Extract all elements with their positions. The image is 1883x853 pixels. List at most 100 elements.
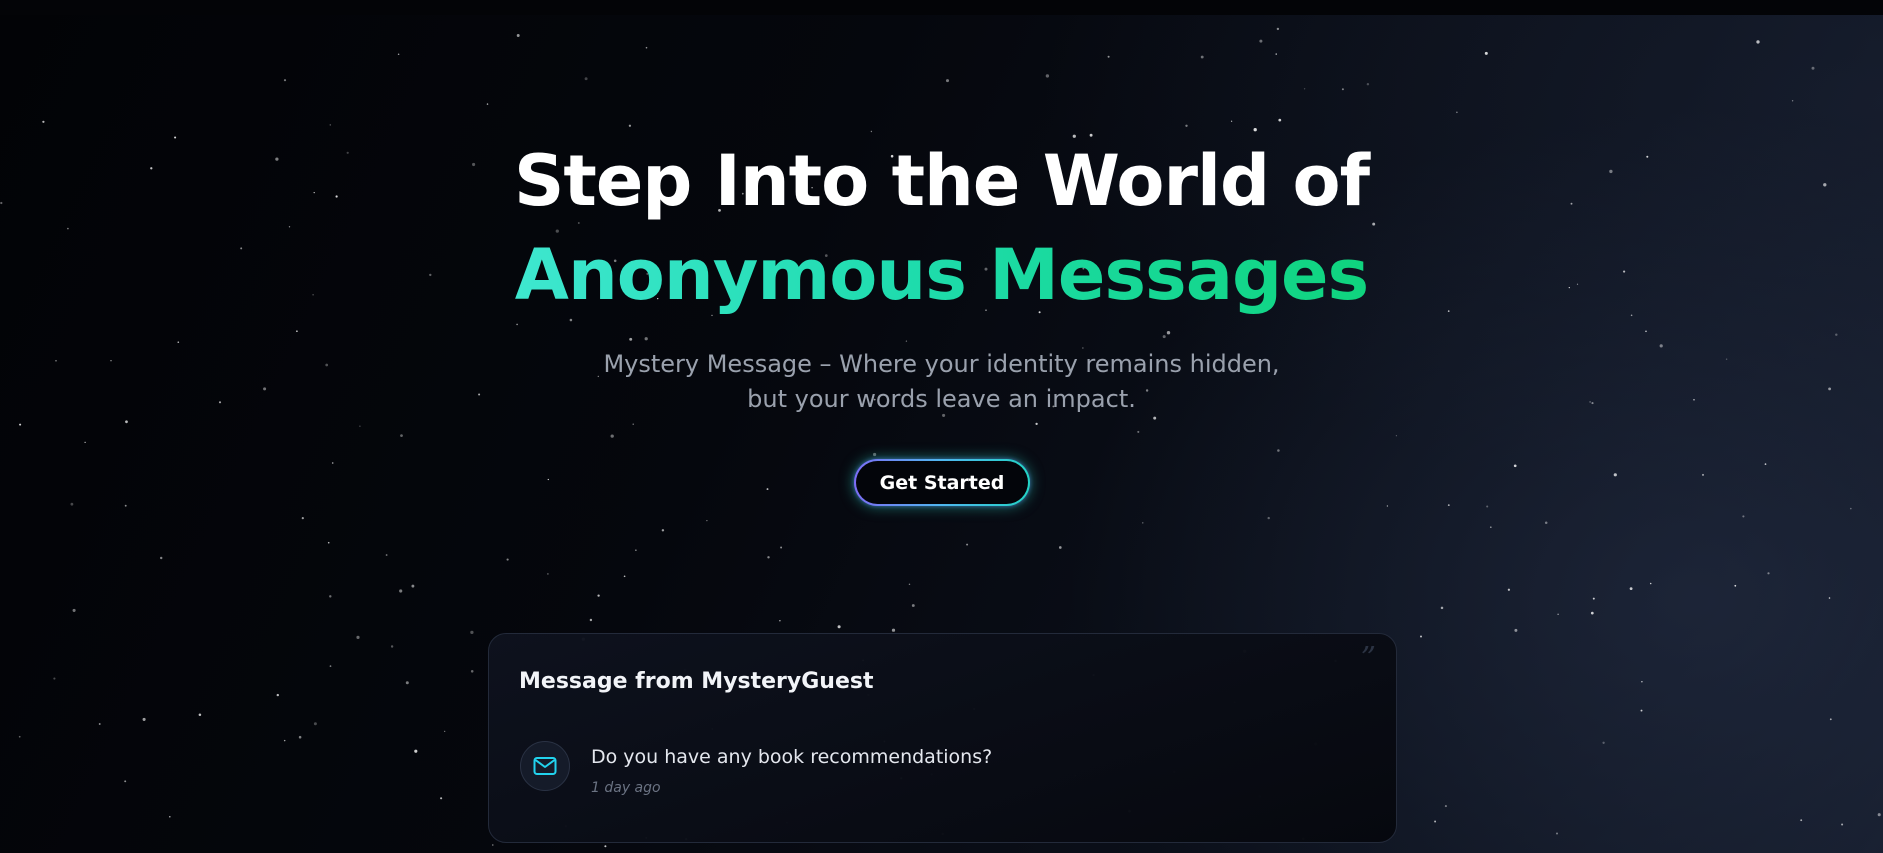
star [1420, 635, 1422, 638]
star [124, 504, 127, 507]
star [1734, 584, 1737, 587]
star [1058, 546, 1062, 549]
star [405, 681, 409, 685]
page: Step Into the World of Anonymous Message… [0, 0, 1883, 853]
star [19, 423, 22, 426]
star [1277, 449, 1280, 452]
star [283, 739, 286, 742]
star [1877, 813, 1881, 817]
star [645, 46, 648, 49]
star [276, 693, 279, 697]
star [331, 462, 334, 464]
hero-section: Step Into the World of Anonymous Message… [0, 134, 1883, 417]
star [159, 556, 163, 560]
star [1447, 504, 1450, 507]
star [1107, 55, 1110, 58]
star [1841, 823, 1844, 826]
star [1489, 526, 1492, 529]
star [486, 103, 489, 105]
star [1590, 611, 1594, 615]
star [198, 713, 202, 717]
message-timestamp: 1 day ago [591, 780, 661, 796]
star [1702, 473, 1704, 476]
star [470, 670, 474, 673]
star [385, 554, 388, 556]
star [1267, 516, 1270, 520]
star [1828, 597, 1831, 599]
message-card-title: Message from MysteryGuest [519, 669, 874, 694]
star [506, 558, 509, 561]
star [1811, 66, 1815, 70]
star [1486, 505, 1489, 508]
star [661, 529, 665, 532]
star [1278, 118, 1282, 122]
star [1456, 111, 1458, 114]
get-started-button[interactable]: Get Started [854, 459, 1030, 506]
star [1253, 128, 1257, 132]
star [623, 575, 626, 578]
star [1440, 606, 1444, 610]
star [1649, 582, 1652, 585]
star [359, 425, 361, 427]
message-card: ” Message from MysteryGuest Do you have … [488, 633, 1397, 843]
star [1514, 628, 1518, 632]
star [53, 677, 56, 680]
star [414, 749, 418, 753]
star [399, 589, 403, 593]
star [780, 546, 783, 549]
star [492, 844, 494, 846]
star [1764, 463, 1767, 465]
star [1849, 507, 1852, 510]
star [1557, 613, 1559, 615]
star [1444, 805, 1447, 808]
star [1035, 422, 1038, 426]
star [1366, 82, 1370, 86]
star [1185, 124, 1188, 127]
star [397, 53, 400, 55]
headline-line-2-gradient: Anonymous Messages [515, 228, 1369, 322]
star [444, 730, 446, 733]
star [356, 635, 360, 639]
star [870, 130, 873, 133]
star [589, 618, 593, 622]
star [411, 584, 415, 588]
star [1275, 53, 1277, 55]
star [329, 124, 332, 126]
star [779, 620, 781, 622]
star [1142, 522, 1144, 524]
star [1641, 680, 1643, 683]
star [1230, 120, 1233, 122]
star [891, 628, 896, 632]
star [1555, 832, 1559, 835]
star [1200, 55, 1204, 59]
star [1045, 74, 1050, 78]
star [872, 452, 877, 457]
star [1341, 88, 1344, 91]
star [98, 723, 101, 725]
star [124, 780, 127, 783]
hero-headline: Step Into the World of Anonymous Message… [0, 134, 1883, 322]
star [1767, 572, 1770, 575]
star [1484, 51, 1488, 55]
hero-subtitle: Mystery Message – Where your identity re… [603, 350, 1280, 413]
star [169, 815, 171, 818]
star [1507, 588, 1511, 591]
star [604, 845, 607, 848]
star [440, 797, 443, 800]
star [1276, 27, 1280, 31]
star [547, 478, 549, 481]
star [1544, 521, 1548, 525]
star [706, 520, 708, 522]
star [18, 735, 21, 738]
star [72, 608, 76, 612]
star [327, 541, 330, 544]
star [597, 594, 600, 597]
quote-mark-icon: ” [1360, 641, 1376, 676]
star [1513, 464, 1517, 468]
star [1137, 430, 1140, 433]
star [400, 434, 403, 437]
star [584, 77, 588, 81]
star [908, 583, 911, 586]
star [632, 423, 634, 425]
star [470, 630, 474, 635]
